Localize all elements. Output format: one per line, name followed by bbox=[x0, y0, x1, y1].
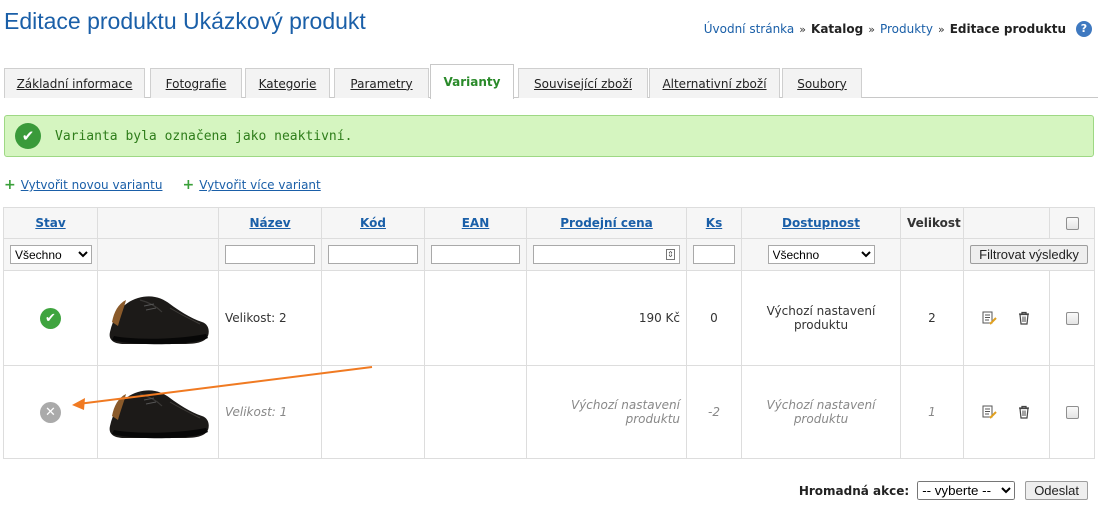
column-header-image bbox=[97, 207, 219, 239]
tab-zakladni-informace[interactable]: Základní informace bbox=[4, 68, 145, 98]
name-filter-input[interactable] bbox=[225, 245, 315, 264]
trash-icon[interactable] bbox=[1016, 404, 1032, 420]
column-header-stav[interactable]: Stav bbox=[3, 207, 98, 239]
page-title: Editace produktu Ukázkový produkt bbox=[4, 8, 366, 34]
create-variant-action: + Vytvořit novou variantu bbox=[4, 177, 162, 193]
table-row: ✕ Velikost: 1 Výchozí nastavení produktu… bbox=[3, 365, 1095, 459]
column-header-ean[interactable]: EAN bbox=[424, 207, 527, 239]
breadcrumb-separator: » bbox=[799, 22, 807, 36]
variant-price: 190 Kč bbox=[526, 270, 687, 366]
variant-code bbox=[321, 365, 425, 459]
variant-ean bbox=[424, 365, 527, 459]
breadcrumb-current: Editace produktu bbox=[949, 22, 1066, 36]
column-header-select-all bbox=[1049, 207, 1095, 239]
breadcrumb-products[interactable]: Produkty bbox=[880, 22, 933, 36]
column-header-cena[interactable]: Prodejní cena bbox=[526, 207, 687, 239]
variant-actions: + Vytvořit novou variantu + Vytvořit víc… bbox=[4, 177, 341, 193]
tab-varianty[interactable]: Varianty bbox=[430, 64, 514, 99]
edit-icon[interactable] bbox=[981, 404, 997, 420]
row-select-checkbox[interactable] bbox=[1065, 312, 1079, 325]
bulk-action-select[interactable]: -- vyberte -- bbox=[917, 481, 1016, 500]
trash-icon[interactable] bbox=[1016, 310, 1032, 326]
bulk-action-bar: Hromadná akce: -- vyberte -- Odeslat bbox=[799, 481, 1088, 500]
tab-parametry[interactable]: Parametry bbox=[334, 68, 429, 98]
plus-icon: + bbox=[182, 177, 195, 193]
breadcrumb: Úvodní stránka » Katalog » Produkty » Ed… bbox=[704, 21, 1092, 37]
code-filter-input[interactable] bbox=[328, 245, 418, 264]
shoe-thumbnail[interactable] bbox=[104, 372, 212, 452]
size-filter-cell bbox=[900, 238, 964, 271]
variant-name: Velikost: 1 bbox=[218, 365, 322, 459]
variant-qty: 0 bbox=[686, 270, 742, 366]
tab-bar: Základní informace Fotografie Kategorie … bbox=[4, 64, 1098, 99]
success-alert: ✔ Varianta byla označena jako neaktivní. bbox=[4, 115, 1094, 157]
create-multiple-variants-action: + Vytvořit více variant bbox=[182, 177, 320, 193]
qty-filter-input[interactable] bbox=[693, 245, 735, 264]
alert-message: Varianta byla označena jako neaktivní. bbox=[55, 128, 353, 144]
variant-qty: -2 bbox=[686, 365, 742, 459]
select-all-checkbox[interactable] bbox=[1065, 217, 1079, 230]
tab-souvisejici-zbozi[interactable]: Související zboží bbox=[518, 68, 648, 98]
variant-code bbox=[321, 270, 425, 366]
availability-filter-select[interactable]: Všechno bbox=[767, 245, 875, 264]
check-circle-icon: ✔ bbox=[15, 123, 41, 149]
check-circle-icon[interactable]: ✔ bbox=[40, 307, 61, 329]
image-filter-cell bbox=[97, 238, 219, 271]
ean-filter-input[interactable] bbox=[431, 245, 520, 264]
column-header-dostupnost[interactable]: Dostupnost bbox=[741, 207, 901, 239]
variant-availability: Výchozí nastavení produktu bbox=[741, 365, 901, 459]
tab-soubory[interactable]: Soubory bbox=[782, 68, 862, 98]
bulk-action-label: Hromadná akce: bbox=[798, 483, 910, 498]
shoe-thumbnail[interactable] bbox=[104, 278, 212, 358]
breadcrumb-separator: » bbox=[937, 22, 945, 36]
tab-fotografie[interactable]: Fotografie bbox=[150, 68, 242, 98]
range-picker-icon[interactable]: ⇕ bbox=[666, 249, 675, 260]
edit-icon[interactable] bbox=[981, 310, 997, 326]
tab-alternativni-zbozi[interactable]: Alternativní zboží bbox=[649, 68, 780, 98]
column-header-ks[interactable]: Ks bbox=[686, 207, 742, 239]
variant-size: 2 bbox=[900, 270, 964, 366]
variant-price: Výchozí nastavení produktu bbox=[526, 365, 687, 459]
variants-table: Stav Název Kód EAN Prodejní cena Ks Dost… bbox=[3, 207, 1095, 459]
help-icon[interactable]: ? bbox=[1076, 21, 1092, 37]
column-header-kod[interactable]: Kód bbox=[321, 207, 425, 239]
column-header-velikost: Velikost bbox=[900, 207, 964, 239]
tab-kategorie[interactable]: Kategorie bbox=[245, 68, 330, 98]
create-multiple-variants-link[interactable]: Vytvořit více variant bbox=[199, 178, 321, 192]
variant-name: Velikost: 2 bbox=[218, 270, 322, 366]
status-filter-select[interactable]: Všechno bbox=[10, 245, 92, 264]
breadcrumb-separator: » bbox=[868, 22, 875, 36]
submit-button[interactable]: Odeslat bbox=[1025, 481, 1088, 500]
variant-availability: Výchozí nastavení produktu bbox=[741, 270, 901, 366]
column-header-actions bbox=[963, 207, 1050, 239]
plus-icon: + bbox=[4, 177, 16, 193]
row-select-checkbox[interactable] bbox=[1065, 406, 1079, 419]
breadcrumb-catalog[interactable]: Katalog bbox=[811, 22, 863, 36]
price-filter-input[interactable] bbox=[533, 245, 680, 264]
table-row: ✔ Velikost: 2 190 Kč 0 Výchozí nastavení… bbox=[3, 270, 1095, 366]
variant-size: 1 bbox=[900, 365, 964, 459]
create-variant-link[interactable]: Vytvořit novou variantu bbox=[21, 178, 163, 192]
breadcrumb-home[interactable]: Úvodní stránka bbox=[704, 22, 795, 36]
variant-ean bbox=[424, 270, 527, 366]
column-header-nazev[interactable]: Název bbox=[218, 207, 322, 239]
filter-results-button[interactable]: Filtrovat výsledky bbox=[970, 245, 1088, 264]
x-circle-icon[interactable]: ✕ bbox=[40, 401, 61, 423]
